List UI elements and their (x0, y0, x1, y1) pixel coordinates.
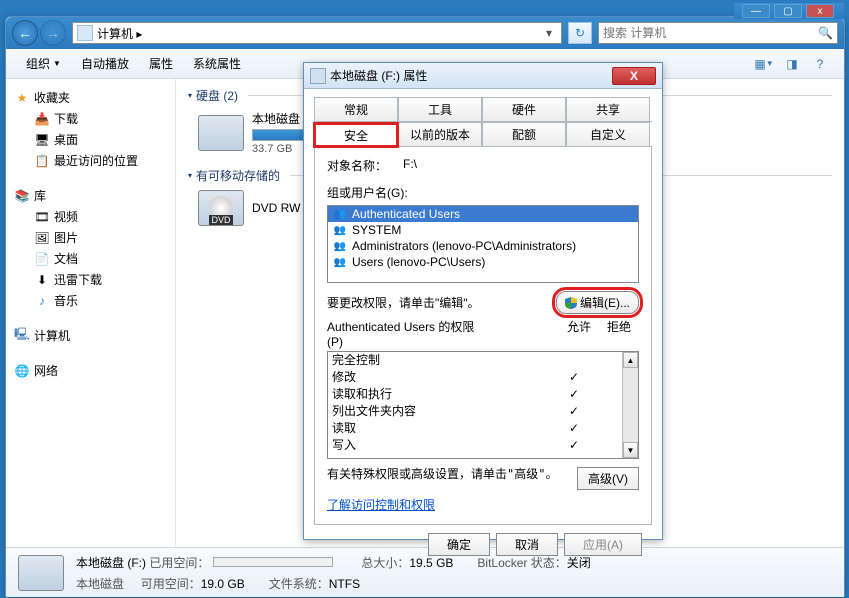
tab-hardware[interactable]: 硬件 (482, 97, 566, 121)
search-box[interactable]: 🔍 (598, 22, 838, 44)
properties-button[interactable]: 属性 (139, 55, 183, 72)
perm-list-folder: 列出文件夹内容✓ (328, 403, 638, 420)
view-options-icon[interactable]: ▦▼ (752, 54, 776, 74)
perm-read-execute: 读取和执行✓ (328, 386, 638, 403)
search-icon[interactable]: 🔍 (818, 26, 833, 40)
navigation-bar: ← → 计算机 ▸ ▾ ↻ 🔍 (6, 17, 844, 49)
user-authenticated[interactable]: 👥Authenticated Users (328, 206, 638, 222)
sidebar-computer[interactable]: 🖳计算机 (10, 325, 171, 346)
allow-header: 允许 (559, 318, 599, 349)
maximize-button[interactable]: ▢ (774, 4, 802, 18)
search-input[interactable] (603, 26, 818, 40)
dialog-buttons: 确定 取消 应用(A) (314, 525, 652, 564)
window-controls: — ▢ x (734, 3, 844, 19)
navigation-pane: ★收藏夹 📥下载 🖥桌面 📋最近访问的位置 📚库 🎞视频 🖼图片 📄文档 ⬇迅雷… (6, 79, 176, 547)
sidebar-thunder[interactable]: ⬇迅雷下载 (10, 269, 171, 290)
tab-previous-versions[interactable]: 以前的版本 (398, 122, 482, 146)
tab-security[interactable]: 安全 (314, 123, 398, 147)
favorites-group[interactable]: ★收藏夹 (10, 87, 171, 108)
sidebar-network[interactable]: 🌐网络 (10, 360, 171, 381)
status-title: 本地磁盘 (F:) (76, 556, 146, 570)
perm-modify: 修改✓ (328, 369, 638, 386)
computer-icon (77, 25, 93, 41)
apply-button[interactable]: 应用(A) (564, 533, 642, 556)
dialog-title: 本地磁盘 (F:) 属性 (330, 67, 612, 84)
user-administrators[interactable]: 👥Administrators (lenovo-PC\Administrator… (328, 238, 638, 254)
deny-header: 拒绝 (599, 318, 639, 349)
user-list[interactable]: 👥Authenticated Users 👥SYSTEM 👥Administra… (327, 205, 639, 283)
properties-dialog: 本地磁盘 (F:) 属性 X 常规 工具 硬件 共享 安全 以前的版本 配额 自… (303, 62, 663, 540)
dvd-icon: DVD (198, 190, 244, 226)
sidebar-pictures[interactable]: 🖼图片 (10, 227, 171, 248)
libraries-group[interactable]: 📚库 (10, 185, 171, 206)
minimize-button[interactable]: — (742, 4, 770, 18)
sidebar-recent[interactable]: 📋最近访问的位置 (10, 150, 171, 171)
tab-general[interactable]: 常规 (314, 97, 398, 121)
autoplay-button[interactable]: 自动播放 (71, 55, 139, 72)
tab-tools[interactable]: 工具 (398, 97, 482, 121)
dialog-titlebar[interactable]: 本地磁盘 (F:) 属性 X (304, 63, 662, 89)
user-users[interactable]: 👥Users (lenovo-PC\Users) (328, 254, 638, 270)
group-label: 组或用户名(G): (327, 184, 639, 201)
tabs-row2: 安全 以前的版本 配额 自定义 (314, 122, 652, 147)
perm-write: 写入✓ (328, 437, 638, 454)
dialog-close-button[interactable]: X (612, 67, 656, 85)
back-button[interactable]: ← (12, 20, 38, 46)
perm-full-control: 完全控制 (328, 352, 638, 369)
user-system[interactable]: 👥SYSTEM (328, 222, 638, 238)
perm-scrollbar[interactable]: ▲▼ (622, 352, 638, 458)
drive-icon (198, 115, 244, 151)
tabs-row1: 常规 工具 硬件 共享 (314, 97, 652, 122)
cancel-button[interactable]: 取消 (496, 533, 558, 556)
perm-read: 读取✓ (328, 420, 638, 437)
address-text: 计算机 ▸ (97, 25, 541, 42)
status-drive-icon (18, 555, 64, 591)
object-name-label: 对象名称： (327, 157, 403, 174)
tab-sharing[interactable]: 共享 (566, 97, 650, 121)
object-name-value: F:\ (403, 157, 417, 174)
tab-quota[interactable]: 配额 (482, 122, 566, 146)
edit-button[interactable]: 编辑(E)... (556, 291, 639, 314)
permissions-list[interactable]: 完全控制 修改✓ 读取和执行✓ 列出文件夹内容✓ 读取✓ 写入✓ ▲▼ (327, 351, 639, 459)
advanced-text: 有关特殊权限或高级设置，请单击"高级"。 (327, 467, 577, 482)
preview-pane-icon[interactable]: ◨ (780, 54, 804, 74)
drive-icon (310, 68, 326, 84)
close-button[interactable]: x (806, 4, 834, 18)
forward-button[interactable]: → (40, 20, 66, 46)
sidebar-documents[interactable]: 📄文档 (10, 248, 171, 269)
address-bar[interactable]: 计算机 ▸ ▾ (72, 22, 562, 44)
status-subtitle: 本地磁盘 (76, 577, 124, 591)
ok-button[interactable]: 确定 (428, 533, 490, 556)
address-dropdown[interactable]: ▾ (541, 26, 557, 40)
advanced-button[interactable]: 高级(V) (577, 467, 639, 490)
sidebar-videos[interactable]: 🎞视频 (10, 206, 171, 227)
security-tab-content: 对象名称： F:\ 组或用户名(G): 👥Authenticated Users… (314, 147, 652, 525)
refresh-button[interactable]: ↻ (568, 22, 592, 44)
tab-customize[interactable]: 自定义 (566, 122, 650, 146)
sidebar-desktop[interactable]: 🖥桌面 (10, 129, 171, 150)
edit-text: 要更改权限，请单击"编辑"。 (327, 294, 480, 311)
shield-icon (565, 297, 577, 309)
sidebar-downloads[interactable]: 📥下载 (10, 108, 171, 129)
organize-menu[interactable]: 组织▼ (16, 55, 71, 72)
help-icon[interactable]: ? (808, 54, 832, 74)
system-properties-button[interactable]: 系统属性 (183, 55, 251, 72)
learn-link[interactable]: 了解访问控制和权限 (327, 496, 435, 513)
sidebar-music[interactable]: ♪音乐 (10, 290, 171, 311)
